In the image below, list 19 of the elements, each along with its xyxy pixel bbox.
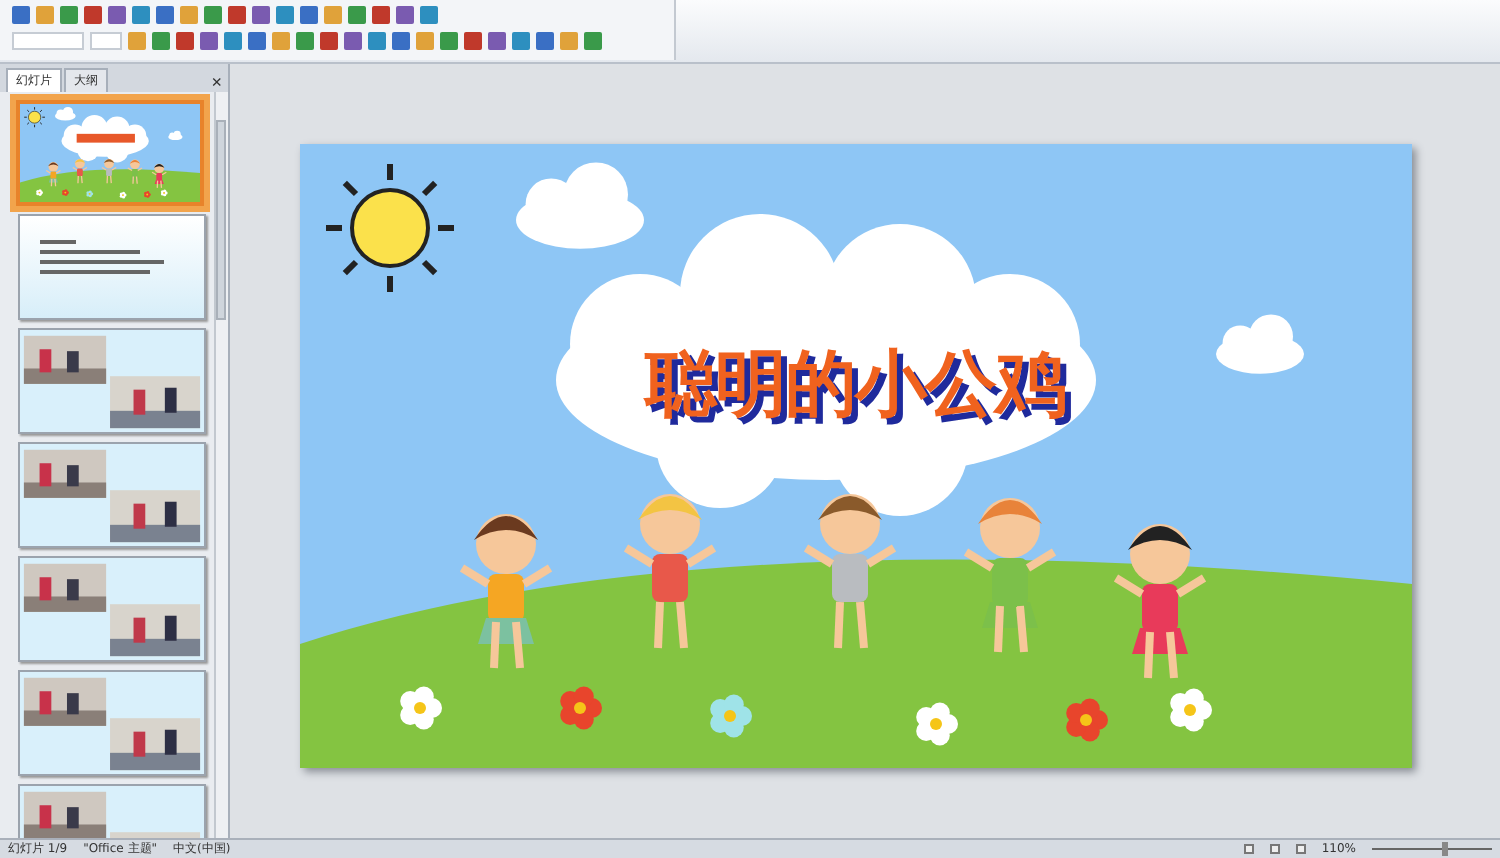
sun-drawing bbox=[325, 164, 453, 292]
view-button[interactable] bbox=[1295, 844, 1306, 854]
flower-icon bbox=[709, 694, 751, 738]
flower-icon bbox=[559, 686, 601, 730]
flower-icon bbox=[399, 686, 441, 730]
text-lines-icon bbox=[20, 216, 204, 318]
scrollbar[interactable] bbox=[214, 92, 228, 838]
flower-icon bbox=[1065, 698, 1107, 742]
view-button[interactable] bbox=[1243, 844, 1254, 854]
close-button[interactable]: × bbox=[211, 72, 222, 92]
view-button[interactable] bbox=[1269, 844, 1280, 854]
zoom-slider-thumb[interactable] bbox=[1442, 842, 1448, 856]
size-field[interactable] bbox=[90, 32, 122, 50]
flower-icon bbox=[1169, 688, 1211, 732]
cloud-drawing bbox=[1215, 314, 1303, 374]
font-field[interactable] bbox=[12, 32, 84, 50]
flower-icon bbox=[915, 702, 957, 746]
slide-title: 聪明的小公鸡 bbox=[645, 342, 1065, 430]
slide-thumbnail[interactable] bbox=[18, 214, 206, 320]
